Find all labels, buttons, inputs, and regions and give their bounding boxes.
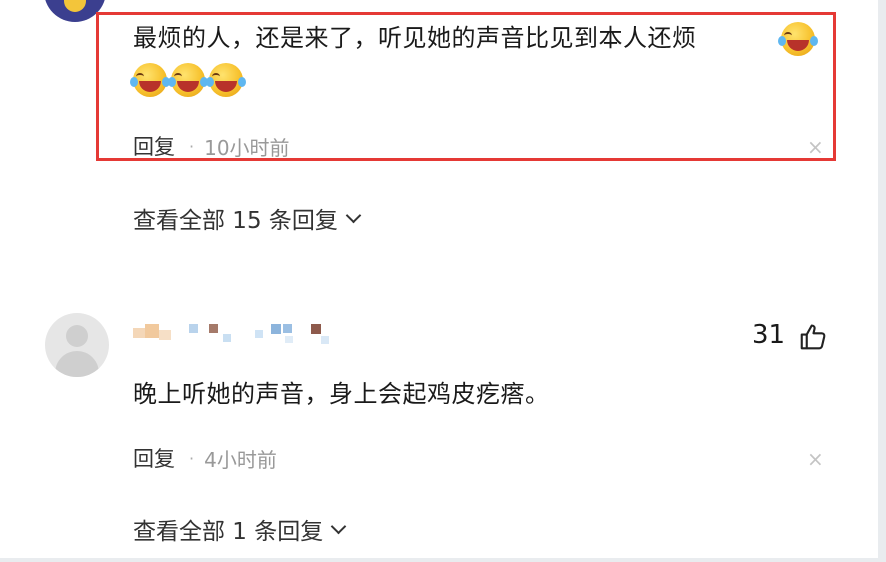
bottom-edge xyxy=(0,558,886,562)
avatar-emblem xyxy=(64,0,86,12)
view-all-replies-button[interactable]: 查看全部 1 条回复 xyxy=(133,512,347,546)
blur-block xyxy=(159,330,171,340)
blur-block xyxy=(285,336,293,343)
username-blurred[interactable] xyxy=(133,324,333,346)
view-all-replies-button[interactable]: 查看全部 15 条回复 xyxy=(133,201,362,235)
comment-text: 最烦的人，还是来了，听见她的声音比见到本人还烦 xyxy=(133,24,697,52)
avatar[interactable] xyxy=(45,313,109,377)
blur-block xyxy=(271,324,281,334)
close-icon[interactable]: × xyxy=(807,447,824,471)
blur-block xyxy=(255,330,263,338)
view-all-replies-label: 查看全部 1 条回复 xyxy=(133,519,324,545)
blur-block xyxy=(145,324,159,338)
crying-laughing-emoji-icon xyxy=(206,63,246,97)
blur-block xyxy=(283,324,292,333)
right-edge xyxy=(878,0,886,562)
close-icon[interactable]: × xyxy=(807,135,824,159)
view-all-replies-label: 查看全部 15 条回复 xyxy=(133,208,338,234)
comment-meta: 回复 · 10小时前 xyxy=(133,131,290,161)
avatar-head xyxy=(66,325,88,347)
separator-dot: · xyxy=(189,448,195,468)
blur-block xyxy=(311,324,321,334)
crying-laughing-emoji-icon xyxy=(778,22,818,56)
chevron-down-icon xyxy=(330,518,347,534)
reply-button[interactable]: 回复 xyxy=(133,443,175,473)
timestamp: 4小时前 xyxy=(204,447,277,472)
chevron-down-icon xyxy=(345,207,362,223)
blur-block xyxy=(321,336,329,344)
separator-dot: · xyxy=(189,136,195,156)
blur-block xyxy=(223,334,231,342)
thumbs-up-icon[interactable] xyxy=(798,322,828,352)
crying-laughing-emoji-icon xyxy=(168,63,208,97)
crying-laughing-emoji-icon xyxy=(130,63,170,97)
like-count: 31 xyxy=(752,320,786,350)
comment-meta: 回复 · 4小时前 xyxy=(133,443,277,473)
blur-block xyxy=(189,324,198,333)
emoji-row xyxy=(130,63,246,97)
blur-block xyxy=(209,324,218,333)
timestamp: 10小时前 xyxy=(204,135,290,160)
reply-button[interactable]: 回复 xyxy=(133,131,175,161)
comment-text: 晚上听她的声音，身上会起鸡皮疙瘩。 xyxy=(133,380,550,408)
avatar-body xyxy=(55,351,99,377)
